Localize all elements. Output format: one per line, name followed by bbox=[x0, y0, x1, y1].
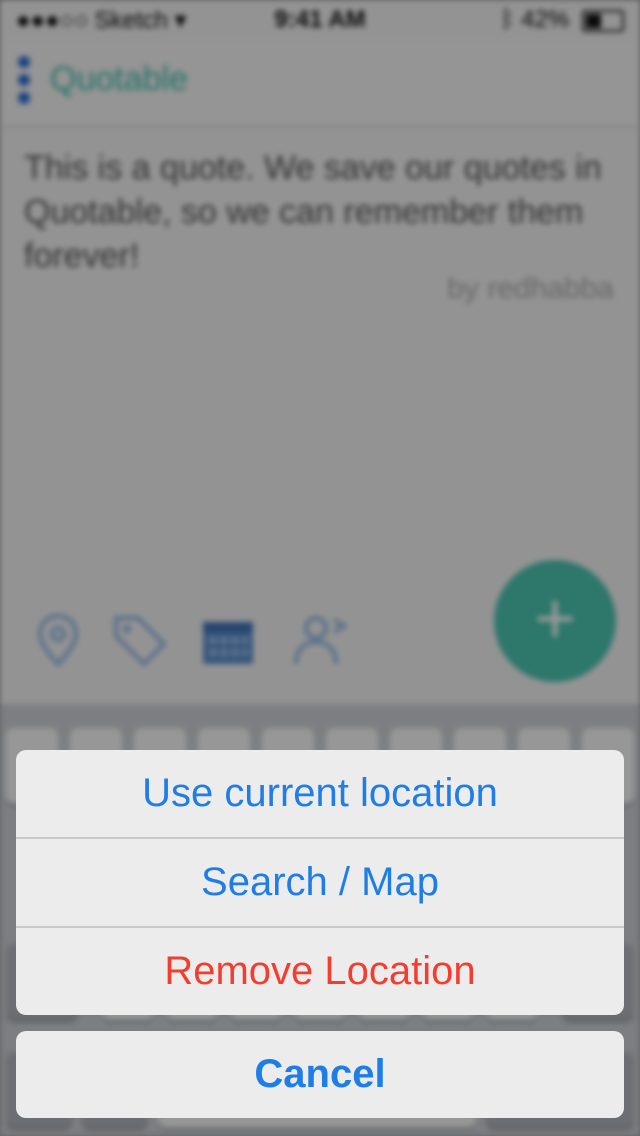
remove-location-button[interactable]: Remove Location bbox=[16, 928, 624, 1015]
location-action-sheet: Use current location Search / Map Remove… bbox=[16, 750, 624, 1118]
cancel-button[interactable]: Cancel bbox=[16, 1031, 624, 1118]
action-group: Use current location Search / Map Remove… bbox=[16, 750, 624, 1015]
search-map-button[interactable]: Search / Map bbox=[16, 839, 624, 928]
use-current-location-button[interactable]: Use current location bbox=[16, 750, 624, 839]
